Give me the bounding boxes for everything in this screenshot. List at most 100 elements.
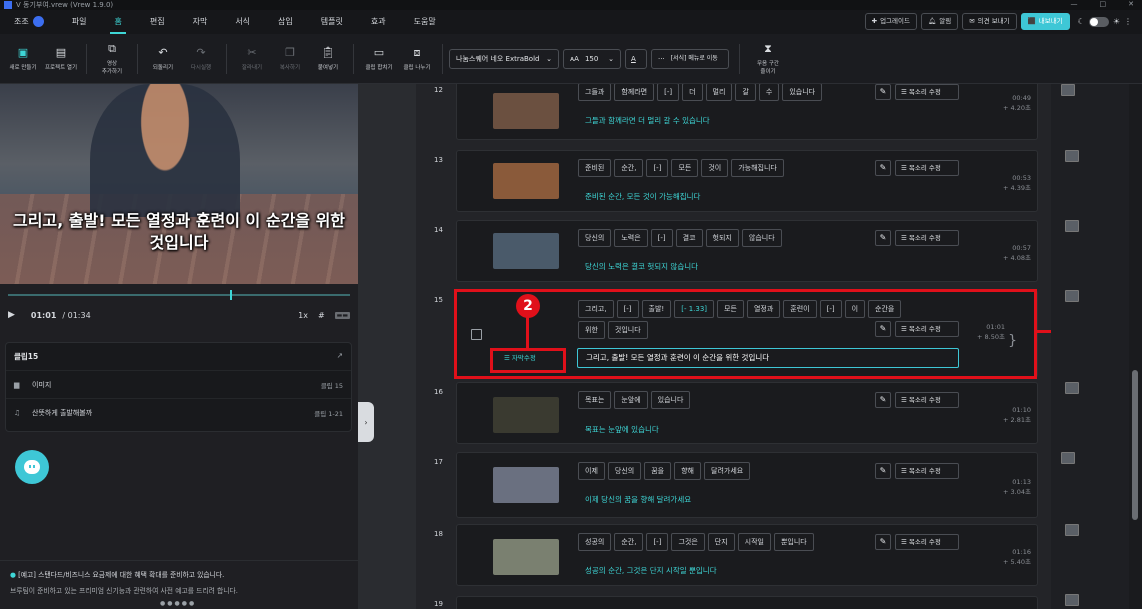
- voice-edit-button[interactable]: ☰ 목소리 수정: [895, 84, 959, 100]
- font-size-select[interactable]: ᴀA 150 ⌄: [563, 48, 621, 69]
- word-chip[interactable]: 성공의: [578, 533, 612, 551]
- new-project-button[interactable]: ▣ 새로 만들기: [4, 46, 42, 71]
- close-icon[interactable]: ✕: [1128, 0, 1134, 8]
- add-video-button[interactable]: ⧉ 영상 추가하기: [93, 42, 131, 75]
- voice-edit-button[interactable]: ☰ 목소리 수정: [895, 534, 959, 550]
- menu-subtitle[interactable]: 자막: [179, 10, 222, 34]
- reduce-silence-button[interactable]: ⧗ 무음 구간 줄이기: [746, 42, 790, 75]
- clip-card[interactable]: 그들과 함께라면 [-] 더 멀리 갈 수 있습니다 그들과 함께라면 더 멀리 갈 수 있습…: [456, 84, 1038, 140]
- word-chip[interactable]: 목표는: [578, 391, 612, 409]
- pencil-icon[interactable]: ✎: [875, 84, 891, 100]
- theme-toggle[interactable]: [1088, 16, 1109, 27]
- word-chip[interactable]: 순간,: [614, 533, 644, 551]
- word-chip[interactable]: 당신의: [607, 462, 642, 480]
- word-chip[interactable]: [-]: [646, 159, 669, 177]
- open-project-button[interactable]: ▤ 프로젝트 열기: [42, 46, 80, 71]
- menu-edit[interactable]: 편집: [136, 10, 179, 34]
- word-chip[interactable]: [-]: [650, 229, 673, 247]
- word-chip[interactable]: 함께라면: [614, 84, 655, 101]
- undo-button[interactable]: ↶ 되돌리기: [144, 46, 182, 71]
- clip-sentence[interactable]: 그들과 함께라면 더 멀리 갈 수 있습니다: [585, 115, 710, 126]
- mini-thumbnail[interactable]: [1061, 84, 1075, 96]
- word-chip[interactable]: 달려가세요: [704, 462, 751, 480]
- pencil-icon[interactable]: ✎: [875, 463, 891, 479]
- word-chip[interactable]: 헛되지: [705, 229, 739, 247]
- speed-button[interactable]: 1x: [298, 311, 308, 320]
- word-chip[interactable]: 가능해집니다: [731, 159, 784, 177]
- word-chip[interactable]: 갈: [735, 84, 756, 101]
- word-chip[interactable]: 준비된: [578, 159, 612, 177]
- user-menu[interactable]: 조조: [0, 10, 58, 34]
- play-icon[interactable]: ▶: [8, 310, 15, 320]
- word-chip[interactable]: 이제: [578, 462, 605, 480]
- paste-button[interactable]: 📋︎ 붙여넣기: [309, 46, 347, 71]
- voice-edit-button[interactable]: ☰ 목소리 수정: [895, 230, 959, 246]
- clip-card[interactable]: [456, 596, 1038, 609]
- clip-thumbnail[interactable]: [493, 233, 559, 269]
- menu-insert[interactable]: 삽입: [264, 10, 307, 34]
- mini-thumbnail[interactable]: [1065, 150, 1079, 162]
- caption-icon[interactable]: ▬▬: [334, 311, 350, 319]
- grid-icon[interactable]: #: [318, 311, 325, 320]
- word-chip[interactable]: 꿈을: [644, 462, 672, 480]
- feedback-button[interactable]: ✉ 의견 보내기: [962, 13, 1017, 30]
- cut-button[interactable]: ✂ 잘라내기: [233, 46, 271, 71]
- chat-support-button[interactable]: [15, 450, 49, 484]
- copy-button[interactable]: ❐ 복사하기: [271, 46, 309, 71]
- clip-sentence[interactable]: 이제 당신의 꿈을 향해 달려가세요: [585, 494, 691, 505]
- more-icon[interactable]: ⋮: [1124, 17, 1132, 26]
- notice-banner[interactable]: ● [예고] 스탠다드/비즈니스 요금제에 대한 혜택 확대를 준비하고 있습니…: [0, 560, 358, 609]
- redo-button[interactable]: ↷ 다시실행: [182, 46, 220, 71]
- clip-thumbnail[interactable]: [493, 397, 559, 433]
- scrollbar-thumb[interactable]: [1132, 370, 1138, 520]
- word-chip[interactable]: 시작일: [737, 533, 771, 551]
- clip-thumbnail[interactable]: [493, 539, 559, 575]
- clip-thumbnail[interactable]: [493, 163, 559, 199]
- mini-thumbnail[interactable]: [1065, 524, 1079, 536]
- export-button[interactable]: ⬛ 내보내기: [1020, 13, 1070, 30]
- font-color-button[interactable]: A: [625, 48, 647, 69]
- avatar[interactable]: [32, 16, 44, 27]
- clip-thumbnail[interactable]: [493, 93, 559, 129]
- format-menu-button[interactable]: ··· [서식] 메뉴로 이동: [651, 48, 729, 69]
- pagination-dots[interactable]: ●●●●●: [160, 600, 196, 607]
- word-chip[interactable]: 향해: [674, 462, 701, 480]
- video-preview[interactable]: 그리고, 출발! 모든 열정과 훈련이 이 순간을 위한 것입니다: [0, 84, 358, 284]
- word-chip[interactable]: 순간,: [614, 159, 644, 177]
- word-chip[interactable]: [-]: [657, 84, 680, 101]
- seek-bar[interactable]: [8, 290, 350, 300]
- voice-edit-button[interactable]: ☰ 목소리 수정: [895, 463, 959, 479]
- mini-thumbnail[interactable]: [1065, 220, 1079, 232]
- seek-handle[interactable]: [230, 290, 232, 300]
- word-chip[interactable]: 눈앞에: [614, 391, 648, 409]
- word-chip[interactable]: 모든: [671, 159, 699, 177]
- word-chip[interactable]: 멀리: [705, 84, 733, 101]
- word-chip[interactable]: 그들과: [578, 84, 612, 101]
- word-chip[interactable]: 노력은: [614, 229, 648, 247]
- menu-home[interactable]: 홈: [100, 10, 135, 34]
- list-item[interactable]: ♫ 산뜻하게 출발해볼까 클립 1-21: [6, 398, 351, 426]
- word-chip[interactable]: 더: [682, 84, 703, 101]
- open-external-icon[interactable]: ↗: [337, 351, 343, 362]
- font-select[interactable]: 나눔스퀘어 네오 ExtraBold ⌄: [449, 48, 559, 69]
- word-chip[interactable]: [-]: [646, 533, 669, 551]
- word-chip[interactable]: 있습니다: [650, 391, 691, 409]
- word-chip[interactable]: 것이: [701, 159, 729, 177]
- pencil-icon[interactable]: ✎: [875, 392, 891, 408]
- split-clip-button[interactable]: ⧈ 클립 나누기: [398, 46, 436, 71]
- menu-template[interactable]: 템플릿: [307, 10, 357, 34]
- alarm-button[interactable]: 🔔︎ 알림: [920, 13, 959, 30]
- clip-card[interactable]: 이제 당신의 꿈을 향해 달려가세요 이제 당신의 꿈을 향해 달려가세요 ✎ ☰ 목소…: [456, 452, 1038, 518]
- maximize-icon[interactable]: □: [1100, 0, 1107, 8]
- menu-effect[interactable]: 효과: [357, 10, 400, 34]
- collapse-panel-button[interactable]: ›: [358, 402, 374, 442]
- list-item[interactable]: ▆ 이미지 클립 15: [6, 370, 351, 398]
- mini-thumbnail[interactable]: [1065, 382, 1079, 394]
- voice-edit-button[interactable]: ☰ 목소리 수정: [895, 392, 959, 408]
- voice-edit-button[interactable]: ☰ 목소리 수정: [895, 160, 959, 176]
- scrollbar[interactable]: [1129, 84, 1142, 609]
- upgrade-button[interactable]: ✚ 업그레이드: [864, 13, 917, 30]
- clip-card[interactable]: 당신의 노력은 [-] 결코 헛되지 않습니다 당신의 노력은 결코 헛되지 않습니다 ✎…: [456, 220, 1038, 282]
- clip-sentence[interactable]: 성공의 순간, 그것은 단지 시작일 뿐입니다: [585, 565, 717, 576]
- merge-clip-button[interactable]: ▭ 클립 합치기: [360, 46, 398, 71]
